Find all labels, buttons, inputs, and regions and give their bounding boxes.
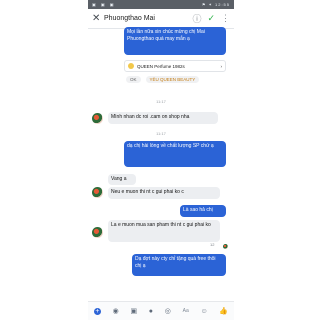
seen-avatar [223, 244, 228, 249]
timestamp: 11:17 [156, 99, 166, 104]
info-icon[interactable]: ⓘ [192, 12, 201, 25]
contact-name: Phuongthao Mai [104, 15, 155, 22]
camera-icon[interactable]: ◉ [113, 307, 119, 315]
incoming-message: Neu e muon thi nt c gui phai ko c [108, 187, 220, 199]
chat-screen: ▣ ▣ ▣ ⚑ ✶ 12:55 ✕ Phuongthao Mai ⓘ ✓ ⋮ M… [88, 0, 234, 320]
close-icon[interactable]: ✕ [92, 13, 104, 24]
status-bar: ▣ ▣ ▣ ⚑ ✶ 12:55 [88, 0, 234, 9]
composer-bar: + ◉ ▣ ● ◎ Aa ☺ 👍 [88, 301, 234, 320]
message-list[interactable]: Mọi lần nữa xin chúc mừng chị Mai Phuong… [88, 27, 234, 302]
like-icon[interactable]: 👍 [219, 307, 228, 315]
mic-icon[interactable]: ● [149, 308, 153, 315]
chat-header: ✕ Phuongthao Mai ⓘ ✓ ⋮ [88, 9, 234, 29]
emoji-icon[interactable]: ☺ [200, 308, 207, 315]
image-icon[interactable]: ▣ [130, 307, 137, 315]
reaction-ok[interactable]: OK [126, 76, 141, 83]
status-right: ⚑ ✶ 12:55 [201, 2, 230, 7]
message-input[interactable]: Aa [183, 308, 189, 314]
gift-card[interactable]: QUEEN Perfume 1982s › [124, 60, 226, 72]
gift-icon [128, 63, 134, 69]
outgoing-message: Mọi lần nữa xin chúc mừng chị Mai Phuong… [124, 27, 226, 55]
plus-icon[interactable]: + [93, 307, 101, 315]
status-left: ▣ ▣ ▣ [92, 2, 116, 7]
reaction-row: OK YÊU QUEEN BEAUTY [126, 76, 200, 83]
outgoing-message: Dạ đợt này cty chỉ tặng quà free thôi ch… [132, 254, 226, 276]
incoming-message: Vang a [108, 174, 136, 185]
outgoing-message: Là sao hả chị [180, 205, 226, 217]
chevron-right-icon: › [220, 63, 223, 69]
timestamp: 11:17 [156, 131, 166, 136]
avatar [92, 187, 103, 198]
incoming-message: La e muon mua san pham thi nt c gui phai… [108, 220, 220, 242]
check-icon[interactable]: ✓ [207, 13, 215, 24]
reaction-love[interactable]: YÊU QUEEN BEAUTY [145, 76, 200, 83]
sticker-icon[interactable]: ◎ [165, 307, 171, 315]
seen-indicator: 12 [210, 242, 215, 247]
more-options-icon[interactable]: ⋮ [221, 13, 230, 24]
outgoing-message: dạ chị hài lòng về chất lượng SP chứ ạ [124, 141, 226, 167]
incoming-message: Mình nhan dc roi .cam on shop nha [108, 112, 218, 124]
avatar [92, 113, 103, 124]
gift-label: QUEEN Perfume 1982s [137, 63, 185, 69]
avatar [92, 227, 103, 238]
